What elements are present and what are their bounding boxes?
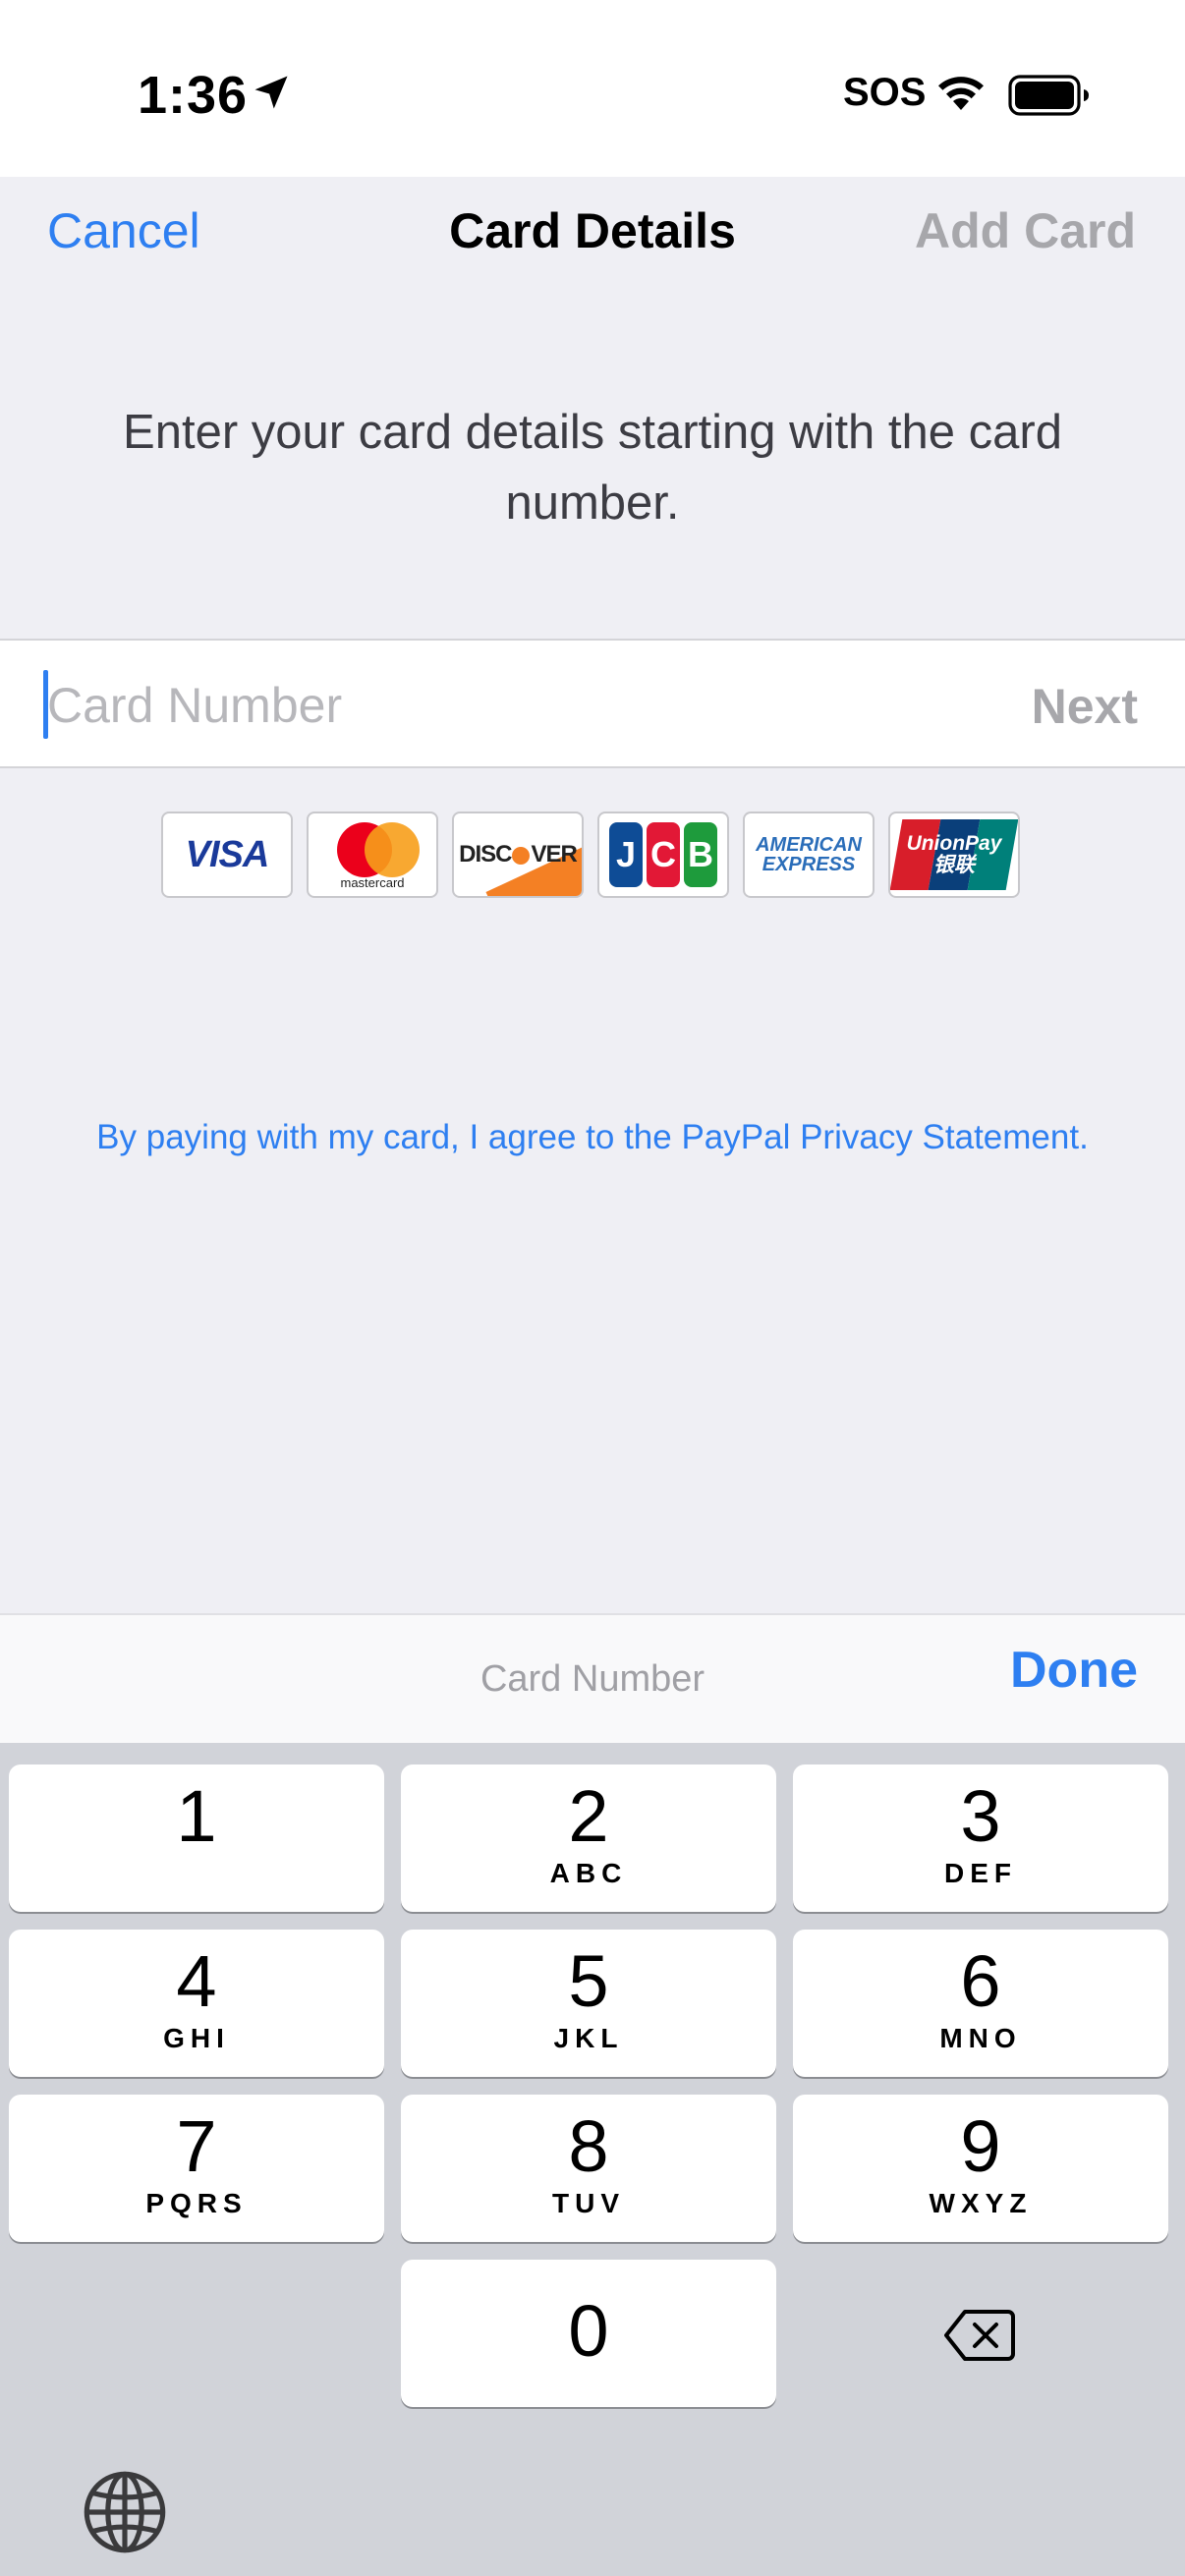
key-1[interactable]: 1	[9, 1764, 384, 1912]
visa-logo: VISA	[161, 812, 293, 898]
unionpay-logo-line1: UnionPay	[906, 832, 1002, 855]
mastercard-circles	[325, 822, 420, 877]
card-logos: VISA mastercard DISC VER J C B AMERICAN E…	[161, 812, 1020, 898]
sos-indicator: SOS	[843, 71, 927, 114]
delete-icon	[944, 2310, 1015, 2361]
jcb-letter-j: J	[609, 822, 643, 887]
intro-text: Enter your card details starting with th…	[123, 406, 1062, 530]
key-9[interactable]: 9 WXYZ	[793, 2095, 1168, 2242]
card-number-row: Next	[0, 639, 1185, 768]
mastercard-logo-text: mastercard	[340, 875, 405, 890]
amex-logo-line1: AMERICAN	[756, 834, 862, 856]
battery-icon	[1008, 75, 1089, 116]
done-button[interactable]: Done	[1010, 1641, 1138, 1700]
key-4[interactable]: 4 GHI	[9, 1930, 384, 2077]
key-6[interactable]: 6 MNO	[793, 1930, 1168, 2077]
cancel-button[interactable]: Cancel	[47, 202, 200, 259]
mastercard-logo: mastercard	[307, 812, 438, 898]
unionpay-logo: UnionPay 银联	[888, 812, 1020, 898]
key-3[interactable]: 3 DEF	[793, 1764, 1168, 1912]
key-7[interactable]: 7 PQRS	[9, 2095, 384, 2242]
unionpay-logo-line2: 银联	[932, 854, 975, 876]
delete-key[interactable]	[792, 2262, 1167, 2409]
visa-logo-text: VISA	[185, 833, 270, 875]
next-button[interactable]: Next	[1032, 678, 1138, 735]
wifi-icon	[938, 77, 984, 110]
location-arrow-icon	[254, 76, 288, 109]
discover-logo-text: DISC VER	[459, 841, 578, 868]
key-8[interactable]: 8 TUV	[401, 2095, 776, 2242]
jcb-letter-c: C	[647, 822, 680, 887]
key-2[interactable]: 2 ABC	[401, 1764, 776, 1912]
jcb-letter-b: B	[684, 822, 717, 887]
keyboard-accessory-bar: Card Number Done	[0, 1613, 1185, 1743]
privacy-statement-link[interactable]: By paying with my card, I agree to the P…	[0, 1118, 1185, 1157]
add-card-button[interactable]: Add Card	[915, 202, 1136, 259]
key-5[interactable]: 5 JKL	[401, 1930, 776, 2077]
amex-logo: AMERICAN EXPRESS	[743, 812, 875, 898]
status-bar: 1:36 SOS	[0, 0, 1185, 177]
accessory-field-label: Card Number	[480, 1658, 705, 1700]
jcb-logo: J C B	[597, 812, 729, 898]
discover-logo: DISC VER	[452, 812, 584, 898]
globe-icon[interactable]	[83, 2470, 167, 2554]
card-number-input[interactable]	[47, 676, 931, 735]
key-0[interactable]: 0	[401, 2260, 776, 2407]
amex-logo-line2: EXPRESS	[762, 854, 856, 875]
status-time: 1:36	[138, 66, 249, 125]
